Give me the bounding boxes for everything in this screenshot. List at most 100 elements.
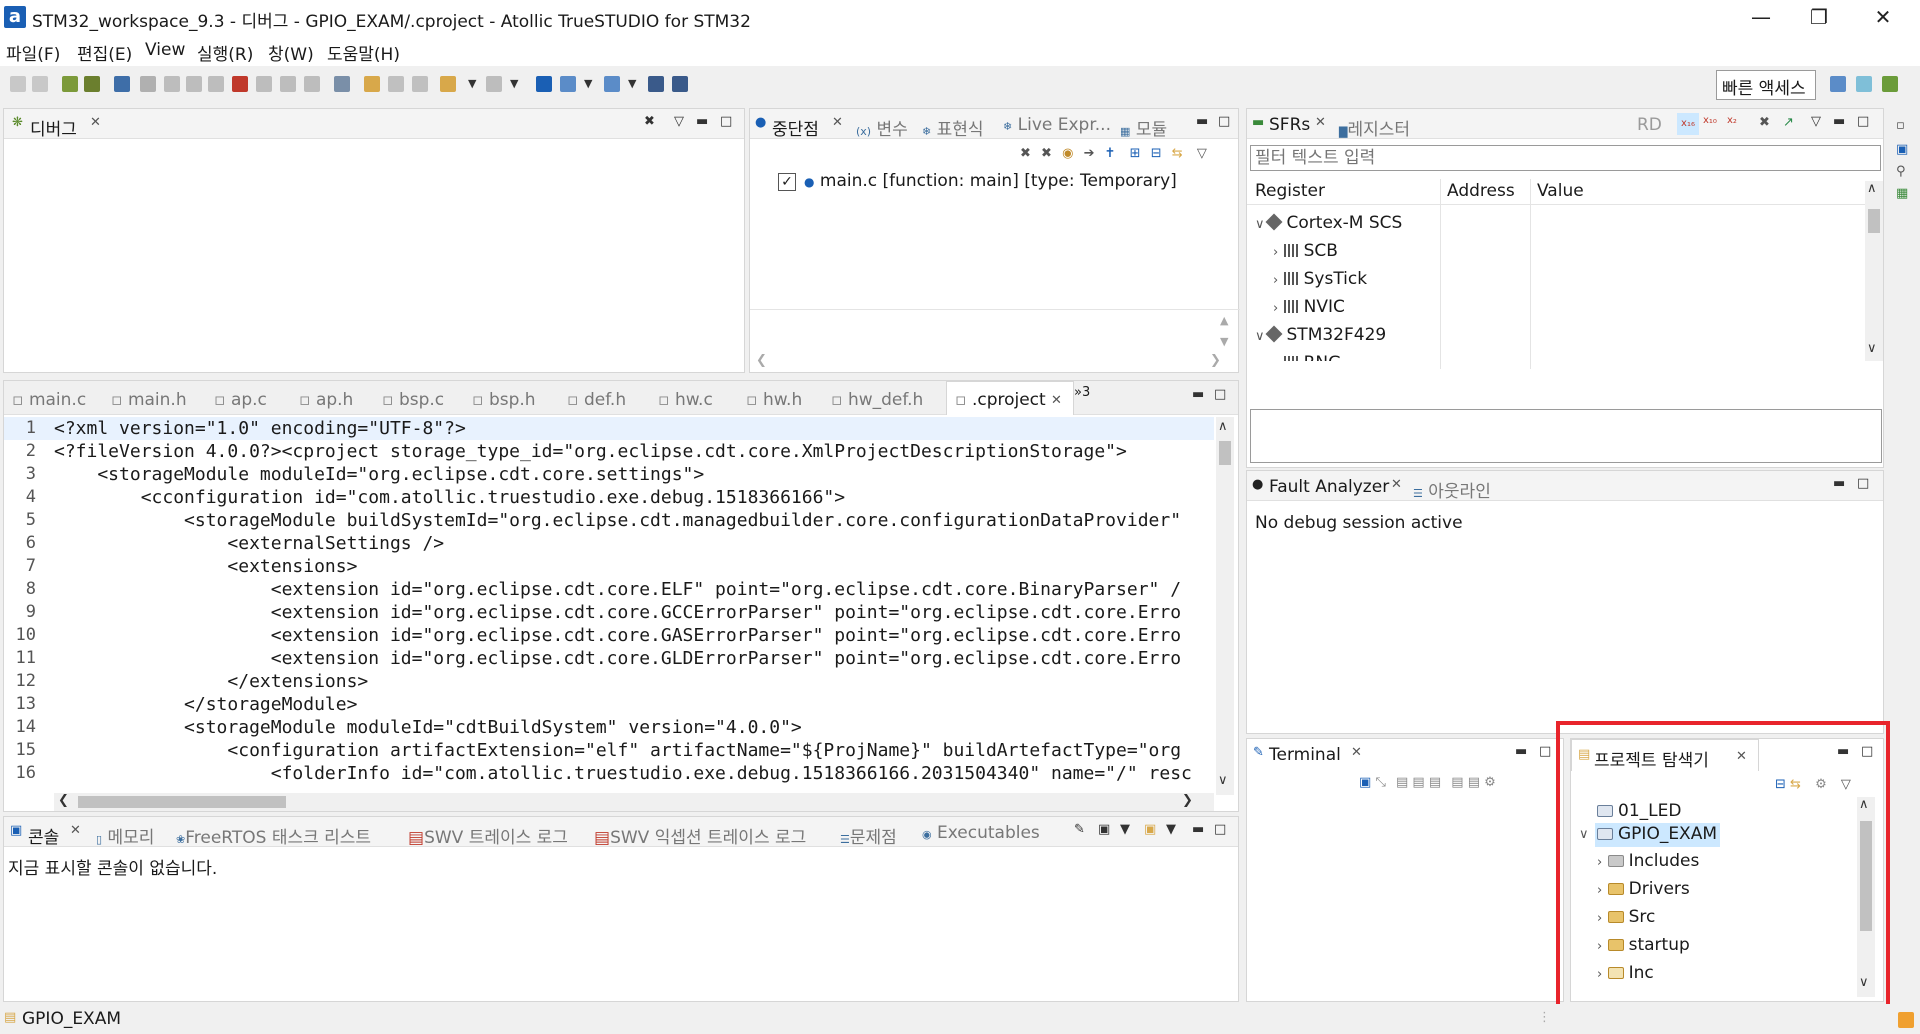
- pin-console-icon[interactable]: ✎: [1074, 822, 1085, 837]
- tab-debug[interactable]: 디버그: [30, 115, 77, 140]
- chevron-down-icon[interactable]: ▼: [1120, 822, 1130, 837]
- chevron-down-icon[interactable]: ▼: [584, 77, 594, 93]
- scroll-left-icon[interactable]: ❮: [756, 353, 767, 368]
- expand-icon[interactable]: [648, 76, 664, 92]
- close-icon[interactable]: ✕: [1391, 477, 1402, 492]
- editor-tab[interactable]: ▫ bsp.c: [382, 390, 444, 410]
- chevron-down-icon[interactable]: ▼: [510, 77, 520, 93]
- scroll-left-icon[interactable]: ❮: [58, 793, 69, 808]
- sfr-scrollbar[interactable]: ∧ ∨: [1865, 181, 1883, 361]
- minimize-icon[interactable]: ▬: [1837, 744, 1849, 759]
- build-icon[interactable]: [62, 76, 78, 92]
- search-icon[interactable]: ⚲: [1896, 164, 1906, 179]
- view-menu-icon[interactable]: ▽: [674, 114, 684, 129]
- back-icon[interactable]: [440, 76, 456, 92]
- maximize-icon[interactable]: □: [1857, 476, 1869, 491]
- minimize-icon[interactable]: ▬: [1515, 744, 1527, 759]
- perspective-bug-icon[interactable]: [1882, 76, 1898, 92]
- close-icon[interactable]: ✕: [1736, 749, 1747, 764]
- remove-icon[interactable]: ✖: [1020, 146, 1031, 161]
- chevron-right-icon[interactable]: ›: [1273, 245, 1278, 260]
- display-console-icon[interactable]: ▣: [1098, 822, 1110, 837]
- menu-file[interactable]: 파일(F): [6, 40, 60, 65]
- minimize-icon[interactable]: —: [1732, 0, 1790, 36]
- filter-input[interactable]: [1250, 145, 1881, 171]
- tab-breakpoints[interactable]: 중단점: [772, 115, 819, 140]
- remove-terminated-icon[interactable]: ✖: [644, 114, 655, 129]
- explorer-row-gpio-exam[interactable]: ∨ GPIO_EXAM: [1577, 823, 1847, 847]
- scroll-down-icon[interactable]: ▼: [1220, 335, 1228, 348]
- remove-all-icon[interactable]: ✖: [1041, 146, 1052, 161]
- project-01-led[interactable]: 01_LED: [1597, 801, 1681, 821]
- settings-icon[interactable]: ✖: [1759, 115, 1770, 130]
- tab-swv-exception-log[interactable]: ▤SWV 익셉션 트레이스 로그: [594, 823, 806, 848]
- tab-swv-trace-log[interactable]: ▤SWV 트레이스 로그: [408, 823, 568, 848]
- editor-tab[interactable]: ▫ ap.c: [214, 390, 267, 410]
- maximize-icon[interactable]: □: [1218, 114, 1230, 129]
- chevron-right-icon[interactable]: ›: [1273, 273, 1278, 288]
- folder-src[interactable]: › Src: [1597, 907, 1655, 927]
- layout-icon[interactable]: [604, 76, 620, 92]
- scroll-down-icon[interactable]: ∨: [1859, 975, 1869, 990]
- folder-drivers[interactable]: › Drivers: [1597, 879, 1690, 899]
- open-console-icon[interactable]: ▣: [1144, 822, 1156, 837]
- tab-live-expressions[interactable]: ❄ Live Expr...: [1003, 115, 1111, 135]
- menu-help[interactable]: 도움말(H): [327, 40, 400, 65]
- scroll-up-icon[interactable]: ∧: [1218, 419, 1228, 434]
- maximize-icon[interactable]: □: [720, 114, 732, 129]
- info-icon[interactable]: [536, 76, 552, 92]
- menu-run[interactable]: 실행(R): [197, 40, 253, 65]
- scroll-up-icon[interactable]: ∧: [1867, 181, 1877, 196]
- suspend-icon[interactable]: [186, 76, 202, 92]
- step-over-icon[interactable]: [280, 76, 296, 92]
- maximize-icon[interactable]: □: [1214, 387, 1226, 402]
- chevron-down-icon[interactable]: ▼: [1166, 822, 1176, 837]
- maximize-icon[interactable]: □: [1214, 822, 1226, 837]
- hex-icon[interactable]: x₁₆: [1677, 113, 1699, 135]
- column-address[interactable]: Address: [1447, 181, 1515, 201]
- menu-view[interactable]: View: [145, 40, 185, 60]
- scrollbar-thumb[interactable]: [78, 796, 286, 808]
- breakpoint-item[interactable]: ● main.c [function: main] [type: Tempora…: [804, 171, 1177, 191]
- editor-tab[interactable]: ▫ def.h: [567, 390, 626, 410]
- sfr-detail-pane[interactable]: [1250, 409, 1882, 463]
- close-icon[interactable]: ✕: [1351, 745, 1362, 760]
- skip-icon[interactable]: ◉: [1062, 146, 1073, 161]
- expand-all-icon[interactable]: ⊞: [1130, 146, 1141, 161]
- scrollbar-thumb[interactable]: [1219, 441, 1231, 465]
- breakpoint-checkbox[interactable]: ✓: [778, 173, 796, 191]
- minimize-icon[interactable]: ▬: [1833, 114, 1845, 129]
- paste-icon[interactable]: ▤: [1429, 775, 1441, 790]
- tab-overflow[interactable]: »3: [1074, 385, 1090, 400]
- restart-icon[interactable]: [140, 76, 156, 92]
- read-button[interactable]: RD: [1637, 115, 1662, 135]
- chevron-right-icon[interactable]: ›: [1597, 939, 1602, 954]
- tab-freertos[interactable]: ❀FreeRTOS 태스크 리스트: [176, 823, 371, 848]
- chevron-right-icon[interactable]: ›: [1597, 883, 1602, 898]
- scroll-right-icon[interactable]: ❯: [1182, 793, 1193, 808]
- disconnect-icon[interactable]: [232, 76, 248, 92]
- column-value[interactable]: Value: [1537, 181, 1584, 201]
- editor-tab[interactable]: ▫ main.h: [111, 390, 187, 410]
- tab-terminal[interactable]: Terminal: [1269, 745, 1341, 765]
- debug-icon[interactable]: [84, 76, 100, 92]
- editor-vertical-scrollbar[interactable]: ∧ ∨: [1216, 417, 1234, 795]
- close-icon[interactable]: ✕: [90, 115, 101, 130]
- tab-fault-analyzer[interactable]: Fault Analyzer: [1269, 477, 1389, 497]
- tab-problems[interactable]: ☰문제점: [840, 823, 897, 848]
- forward-icon[interactable]: [486, 76, 502, 92]
- folder-inc[interactable]: › Inc: [1597, 963, 1654, 983]
- open-type-icon[interactable]: [388, 76, 404, 92]
- chevron-down-icon[interactable]: ∨: [1255, 217, 1265, 232]
- editor-tab[interactable]: ▫ hw.h: [746, 390, 802, 410]
- menu-edit[interactable]: 편집(E): [77, 40, 132, 65]
- export-icon[interactable]: ↗: [1783, 115, 1794, 130]
- tab-console[interactable]: 콘솔: [28, 823, 59, 848]
- restore-icon[interactable]: ❐: [1790, 0, 1848, 36]
- step-return-icon[interactable]: [304, 76, 320, 92]
- chevron-right-icon[interactable]: ›: [1597, 911, 1602, 926]
- restore-icon[interactable]: ▫: [1896, 118, 1905, 133]
- chevron-down-icon[interactable]: ∨: [1579, 827, 1589, 842]
- sfr-row-scb[interactable]: › SCB: [1273, 241, 1338, 261]
- tab-outline[interactable]: ☰ 아웃라인: [1413, 477, 1491, 502]
